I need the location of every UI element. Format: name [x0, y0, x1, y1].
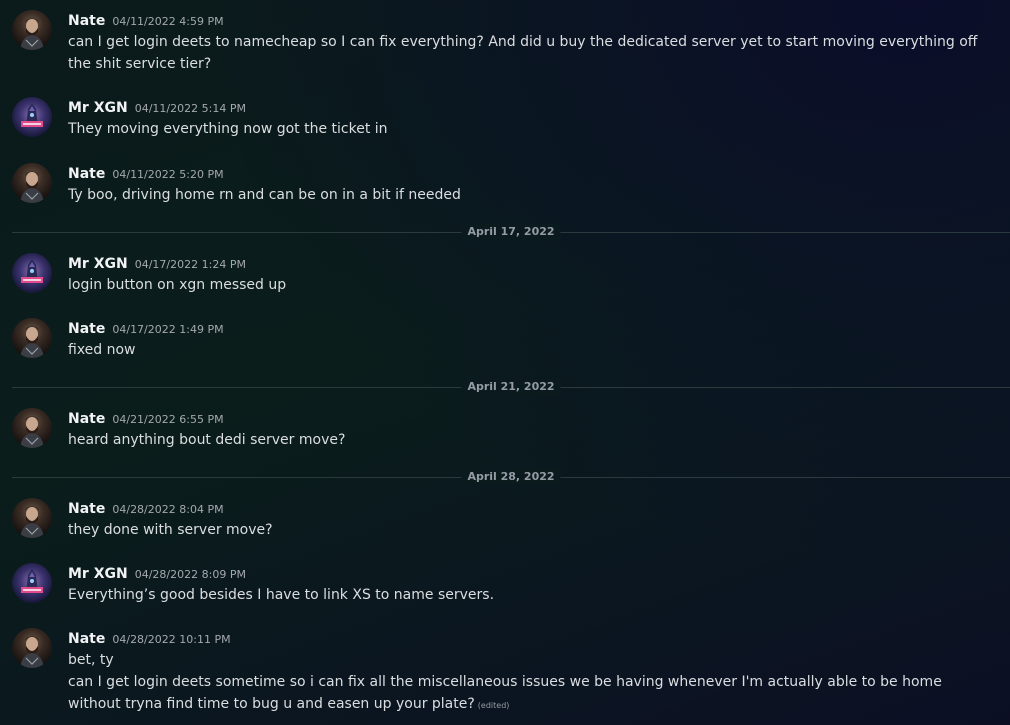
message-timestamp: 04/28/2022 8:09 PM — [134, 568, 246, 581]
message-author[interactable]: Nate — [68, 321, 105, 337]
message-line: can I get login deets sometime so i can … — [68, 671, 998, 717]
message-text: they done with server move? — [68, 522, 273, 538]
user-avatar[interactable] — [12, 318, 52, 358]
message-text: heard anything bout dedi server move? — [68, 432, 346, 448]
gamer-logo-avatar-icon — [21, 569, 43, 593]
date-divider-label: April 17, 2022 — [461, 224, 561, 240]
message-timestamp: 04/17/2022 1:24 PM — [134, 258, 246, 271]
message-author[interactable]: Nate — [68, 631, 105, 647]
date-divider: April 17, 2022 — [12, 224, 1010, 240]
person-avatar-icon — [20, 416, 44, 448]
message-timestamp: 04/28/2022 8:04 PM — [112, 503, 224, 516]
person-avatar-icon — [20, 326, 44, 358]
user-avatar[interactable] — [12, 563, 52, 603]
user-avatar[interactable] — [12, 408, 52, 448]
date-divider-label: April 28, 2022 — [461, 469, 561, 485]
person-avatar-icon — [20, 171, 44, 203]
date-divider: April 28, 2022 — [12, 469, 1010, 485]
message-author[interactable]: Nate — [68, 411, 105, 427]
message-timestamp: 04/11/2022 5:14 PM — [134, 102, 246, 115]
message-timestamp: 04/11/2022 5:20 PM — [112, 168, 224, 181]
message-text: bet, ty can I get login deets sometime s… — [68, 649, 998, 717]
message-text: They moving everything now got the ticke… — [68, 121, 388, 137]
message-text: Ty boo, driving home rn and can be on in… — [68, 187, 461, 203]
user-avatar[interactable] — [12, 97, 52, 137]
message-author[interactable]: Nate — [68, 166, 105, 182]
message-timestamp: 04/17/2022 1:49 PM — [112, 323, 224, 336]
message-text: can I get login deets to namecheap so I … — [68, 34, 978, 72]
gamer-logo-avatar-icon — [21, 103, 43, 127]
message-feed: Nate 04/11/2022 4:59 PM can I get login d… — [0, 0, 1010, 725]
user-avatar[interactable] — [12, 253, 52, 293]
gamer-logo-avatar-icon — [21, 259, 43, 283]
date-divider-label: April 21, 2022 — [461, 379, 561, 395]
message-author[interactable]: Nate — [68, 13, 105, 29]
message-text: fixed now — [68, 342, 136, 358]
message-author[interactable]: Nate — [68, 501, 105, 517]
message-text: login button on xgn messed up — [68, 277, 287, 293]
message-text: Everything’s good besides I have to link… — [68, 587, 495, 603]
message-author[interactable]: Mr XGN — [68, 100, 128, 116]
user-avatar[interactable] — [12, 628, 52, 668]
message-author[interactable]: Mr XGN — [68, 256, 128, 272]
date-divider: April 21, 2022 — [12, 379, 1010, 395]
person-avatar-icon — [20, 18, 44, 50]
message-timestamp: 04/11/2022 4:59 PM — [112, 15, 224, 28]
message-timestamp: 04/21/2022 6:55 PM — [112, 413, 224, 426]
person-avatar-icon — [20, 506, 44, 538]
message-line: bet, ty — [68, 652, 114, 668]
message-timestamp: 04/28/2022 10:11 PM — [112, 633, 231, 646]
user-avatar[interactable] — [12, 163, 52, 203]
edited-tag: (edited) — [477, 701, 510, 710]
person-avatar-icon — [20, 636, 44, 668]
user-avatar[interactable] — [12, 10, 52, 50]
message-author[interactable]: Mr XGN — [68, 566, 128, 582]
user-avatar[interactable] — [12, 498, 52, 538]
